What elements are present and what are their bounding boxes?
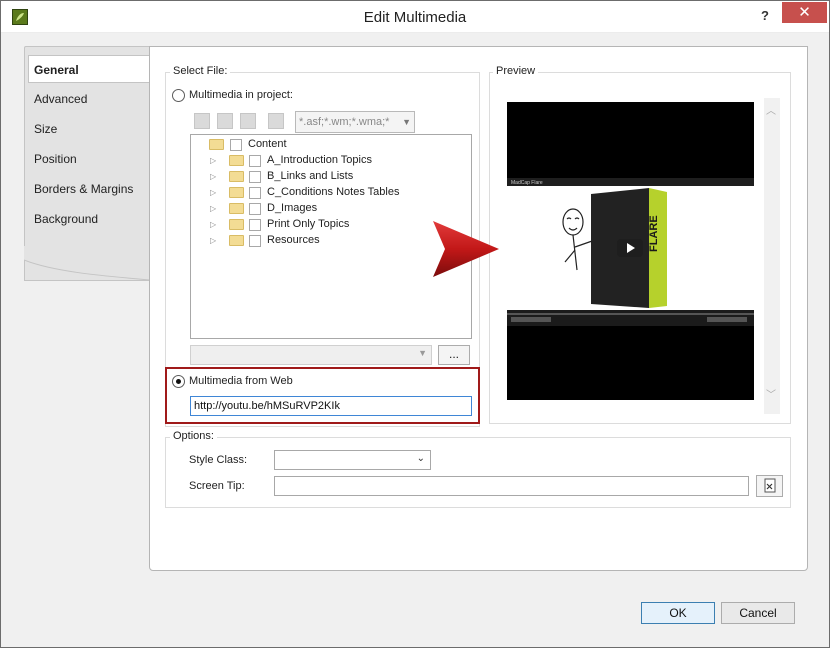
- red-arrow-icon: [433, 221, 499, 277]
- file-path-combo[interactable]: ▼: [190, 345, 432, 365]
- style-class-select[interactable]: ⌄: [274, 450, 431, 470]
- web-url-input[interactable]: [190, 396, 472, 416]
- checkbox[interactable]: [249, 155, 261, 167]
- tree-item-label: B_Links and Lists: [267, 170, 354, 182]
- help-button[interactable]: ?: [751, 5, 779, 27]
- expand-arrow-icon[interactable]: ▷: [210, 156, 216, 165]
- expand-arrow-icon[interactable]: ▷: [210, 236, 216, 245]
- options-label: Options:: [170, 430, 217, 442]
- checkbox[interactable]: [249, 187, 261, 199]
- screen-tip-label: Screen Tip:: [189, 480, 245, 492]
- video-thumbnail: FLARE MadCap Flare: [507, 102, 754, 400]
- tree-item-label: Resources: [267, 234, 320, 246]
- tree-item-label: Content: [248, 138, 287, 150]
- copy-icon[interactable]: [194, 113, 210, 129]
- window-title: Edit Multimedia: [363, 9, 467, 26]
- tab-background[interactable]: Background: [34, 209, 149, 229]
- checkbox[interactable]: [249, 219, 261, 231]
- file-filter-value: *.asf;*.wm;*.wma;*: [299, 116, 390, 128]
- checkbox[interactable]: [230, 139, 242, 151]
- tab-position[interactable]: Position: [34, 149, 149, 169]
- select-file-label: Select File:: [170, 65, 231, 77]
- expand-arrow-icon[interactable]: ▷: [210, 172, 216, 181]
- expand-arrow-icon[interactable]: ▷: [210, 204, 216, 213]
- style-class-label: Style Class:: [189, 454, 248, 466]
- tree-item-label: D_Images: [267, 202, 318, 214]
- folder-icon: [229, 203, 244, 214]
- tree-item[interactable]: ▷ C_Conditions Notes Tables: [210, 186, 450, 202]
- tab-general[interactable]: General: [28, 55, 152, 83]
- checkbox[interactable]: [249, 171, 261, 183]
- preview-scrollbar[interactable]: ︿ ﹀: [764, 98, 780, 414]
- tree-item[interactable]: ▷ Print Only Topics: [210, 218, 450, 234]
- tab-advanced[interactable]: Advanced: [34, 89, 149, 109]
- options-group: [165, 437, 791, 508]
- document-edit-icon: [764, 478, 776, 493]
- delete-icon[interactable]: [240, 113, 256, 129]
- multimedia-from-web-label: Multimedia from Web: [189, 375, 293, 387]
- tab-strip: General Advanced Size Position Borders &…: [24, 46, 152, 286]
- edit-multimedia-dialog: Edit Multimedia ? ✕ General Advanced Siz…: [0, 0, 830, 648]
- checkbox[interactable]: [249, 203, 261, 215]
- project-file-tree[interactable]: Content ▷ A_Introduction Topics ▷ B_Link…: [190, 134, 472, 339]
- expand-arrow-icon[interactable]: ▷: [210, 188, 216, 197]
- chevron-down-icon: ▼: [418, 348, 427, 358]
- tree-item-label: A_Introduction Topics: [267, 154, 372, 166]
- cancel-button[interactable]: Cancel: [721, 602, 795, 624]
- close-button[interactable]: ✕: [782, 2, 827, 23]
- preview-label: Preview: [493, 65, 539, 77]
- new-folder-icon[interactable]: [217, 113, 233, 129]
- chevron-down-icon: ⌄: [416, 453, 425, 464]
- multimedia-in-project-label: Multimedia in project:: [189, 89, 293, 101]
- folder-icon: [229, 235, 244, 246]
- screen-tip-input[interactable]: [274, 476, 749, 496]
- browse-button[interactable]: ...: [438, 345, 470, 365]
- expand-arrow-icon[interactable]: ▷: [210, 220, 216, 229]
- video-preview[interactable]: FLARE MadCap Flare: [507, 102, 754, 400]
- tree-item[interactable]: ▷ B_Links and Lists: [210, 170, 450, 186]
- tab-borders-margins[interactable]: Borders & Margins: [34, 179, 149, 199]
- multimedia-from-web-radio[interactable]: [172, 375, 185, 388]
- folder-open-icon: [209, 139, 224, 150]
- tree-item[interactable]: ▷ Resources: [210, 234, 450, 250]
- screen-tip-edit-button[interactable]: [756, 475, 783, 497]
- multimedia-in-project-radio[interactable]: [172, 89, 185, 102]
- tab-size[interactable]: Size: [34, 119, 149, 139]
- tree-item-label: Print Only Topics: [267, 218, 350, 230]
- video-caption: MadCap Flare: [511, 180, 543, 186]
- tree-item-label: C_Conditions Notes Tables: [267, 186, 400, 198]
- tab-strip-curve: [24, 246, 150, 281]
- tree-item-content[interactable]: Content: [209, 138, 449, 154]
- scroll-up-icon[interactable]: ︿: [766, 102, 776, 117]
- folder-icon: [229, 187, 244, 198]
- ok-button[interactable]: OK: [641, 602, 715, 624]
- folder-icon: [229, 171, 244, 182]
- folder-icon: [229, 219, 244, 230]
- product-name: FLARE: [648, 215, 660, 252]
- file-filter-dropdown[interactable]: *.asf;*.wm;*.wma;* ▼: [295, 111, 415, 133]
- open-file-icon[interactable]: [268, 113, 284, 129]
- title-bar: Edit Multimedia ? ✕: [1, 1, 829, 33]
- tree-item[interactable]: ▷ A_Introduction Topics: [210, 154, 450, 170]
- chevron-down-icon: ▼: [402, 117, 411, 127]
- tree-item[interactable]: ▷ D_Images: [210, 202, 450, 218]
- folder-icon: [229, 155, 244, 166]
- checkbox[interactable]: [249, 235, 261, 247]
- scroll-down-icon[interactable]: ﹀: [766, 386, 776, 401]
